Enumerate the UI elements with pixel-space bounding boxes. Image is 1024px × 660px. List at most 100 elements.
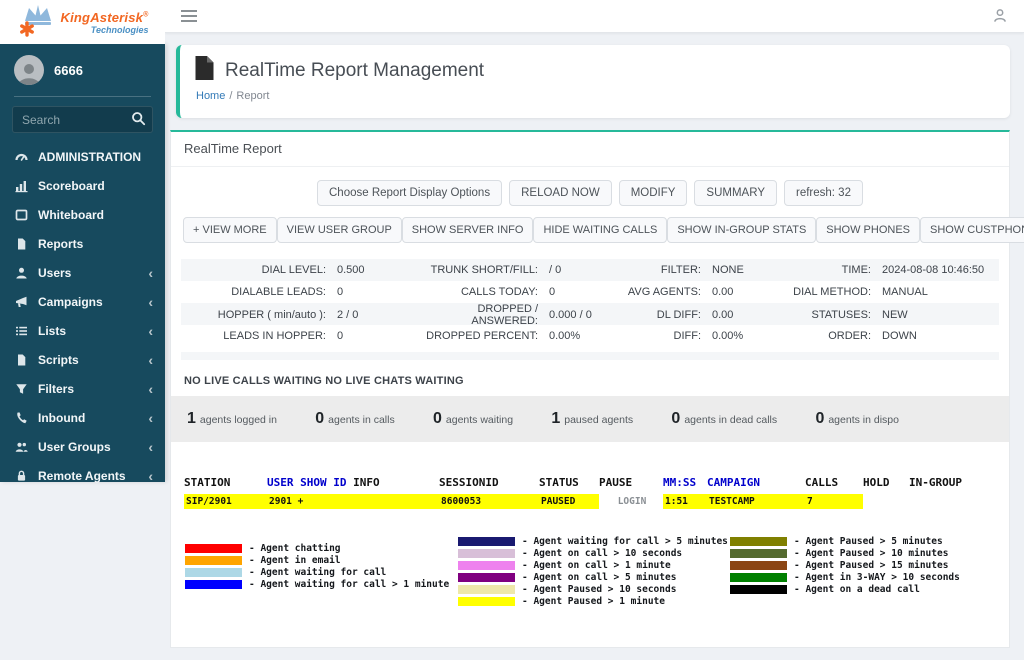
color-swatch — [458, 597, 515, 606]
breadcrumb-separator: / — [229, 90, 232, 102]
legend-label: - Agent chatting — [249, 543, 341, 554]
sidebar-item-label: Scripts — [38, 353, 148, 367]
refresh-counter-button[interactable]: refresh: 32 — [784, 180, 863, 206]
stat-value: 0.00% — [701, 330, 786, 342]
sidebar-item-scripts[interactable]: Scripts ‹ — [0, 345, 165, 374]
brand-logo[interactable]: KingAsterisk® Technologies — [0, 0, 165, 44]
legend-label: - Agent in email — [249, 555, 341, 566]
stat-label: DROPPED PERCENT: — [411, 330, 538, 342]
stat-value: 0 — [326, 330, 411, 342]
agent-pause: LOGIN — [599, 494, 663, 509]
megaphone-icon — [14, 295, 38, 309]
sidebar-user: 6666 — [0, 44, 165, 93]
stat-label: DIAL METHOD: — [786, 286, 871, 298]
summary-button[interactable]: SUMMARY — [694, 180, 777, 206]
crown-asterisk-icon — [17, 2, 59, 43]
breadcrumb: Home/Report — [196, 90, 996, 102]
chevron-left-icon: ‹ — [148, 440, 153, 454]
summary-value: 0 — [815, 410, 824, 428]
stat-label: DL DIFF: — [626, 309, 701, 321]
agent-hold — [863, 494, 909, 509]
summary-agents-in-calls: 0agents in calls — [315, 410, 394, 428]
show-in-group-stats-button[interactable]: SHOW IN-GROUP STATS — [667, 217, 816, 243]
page-title-card: RealTime Report Management Home/Report — [176, 45, 1010, 118]
legend-item: - Agent in 3-WAY > 10 seconds — [730, 572, 995, 583]
sidebar-item-scoreboard[interactable]: Scoreboard — [0, 171, 165, 200]
color-swatch — [458, 561, 515, 570]
agents-table: STATION USER SHOW ID INFO SESSIONID STAT… — [184, 473, 998, 509]
chevron-left-icon: ‹ — [148, 382, 153, 396]
legend-label: - Agent Paused > 5 minutes — [794, 536, 943, 547]
summary-agents-waiting: 0agents waiting — [433, 410, 513, 428]
sidebar-item-users[interactable]: Users ‹ — [0, 258, 165, 287]
show-server-info-button[interactable]: SHOW SERVER INFO — [402, 217, 534, 243]
column-calls: CALLS — [805, 476, 863, 489]
user-name: 6666 — [54, 63, 83, 78]
view-user-group-button[interactable]: VIEW USER GROUP — [277, 217, 402, 243]
sidebar-item-remote-agents[interactable]: Remote Agents ‹ — [0, 461, 165, 490]
color-swatch — [458, 585, 515, 594]
avatar[interactable] — [14, 55, 44, 85]
lock-icon — [14, 469, 38, 483]
sidebar-item-label: Remote Agents — [38, 469, 148, 483]
column-hold: HOLD — [863, 476, 909, 489]
user-group-icon — [14, 440, 38, 454]
summary-value: 0 — [671, 410, 680, 428]
sidebar-item-filters[interactable]: Filters ‹ — [0, 374, 165, 403]
script-icon — [14, 353, 38, 367]
choose-report-display-options-button[interactable]: Choose Report Display Options — [317, 180, 502, 206]
user-show-id-link[interactable]: USER SHOW ID — [267, 476, 346, 489]
sidebar-item-whiteboard[interactable]: Whiteboard — [0, 200, 165, 229]
account-icon[interactable] — [992, 8, 1008, 24]
sidebar-item-label: Reports — [38, 237, 153, 251]
sidebar-item-user-groups[interactable]: User Groups ‹ — [0, 432, 165, 461]
legend-column-3: - Agent Paused > 5 minutes - Agent Pause… — [730, 536, 995, 607]
summary-value: 1 — [551, 410, 560, 428]
legend-item: - Agent Paused > 10 minutes — [730, 548, 995, 559]
legend-item: - Agent waiting for call > 1 minute — [185, 579, 458, 590]
hide-waiting-calls-button[interactable]: HIDE WAITING CALLS — [533, 217, 667, 243]
sidebar-item-campaigns[interactable]: Campaigns ‹ — [0, 287, 165, 316]
column-station: STATION — [184, 476, 267, 489]
legend-item: - Agent waiting for call > 5 minutes — [458, 536, 730, 547]
modify-button[interactable]: MODIFY — [619, 180, 688, 206]
stat-label: FILTER: — [626, 264, 701, 276]
stat-value: DOWN — [871, 330, 999, 342]
stat-value: 0.00 — [701, 309, 786, 321]
sidebar-item-inbound[interactable]: Inbound ‹ — [0, 403, 165, 432]
stat-label: CALLS TODAY: — [411, 286, 538, 298]
legend-item: - Agent chatting — [185, 543, 458, 554]
sidebar-menu: ADMINISTRATION Scoreboard Whiteboard Rep… — [0, 140, 165, 490]
sidebar-divider — [14, 96, 151, 97]
reload-now-button[interactable]: RELOAD NOW — [509, 180, 612, 206]
hamburger-icon[interactable] — [181, 7, 197, 25]
column-mmss-link[interactable]: MM:SS — [663, 476, 707, 489]
status-color-legend: - Agent chatting - Agent in email - Agen… — [185, 536, 1009, 607]
sidebar-item-label: Users — [38, 266, 148, 280]
color-swatch — [730, 561, 787, 570]
agent-status: PAUSED — [539, 494, 599, 509]
chevron-left-icon: ‹ — [148, 469, 153, 483]
sidebar-item-administration[interactable]: ADMINISTRATION — [0, 142, 165, 171]
agent-campaign: TESTCAMP — [707, 494, 805, 509]
agent-mmss: 1:51 — [663, 494, 707, 509]
view-more-button[interactable]: + VIEW MORE — [183, 217, 277, 243]
sidebar-item-lists[interactable]: Lists ‹ — [0, 316, 165, 345]
legend-item: - Agent Paused > 1 minute — [458, 596, 730, 607]
sidebar-item-reports[interactable]: Reports — [0, 229, 165, 258]
column-campaign-link[interactable]: CAMPAIGN — [707, 476, 805, 489]
sidebar-item-label: ADMINISTRATION — [38, 150, 153, 164]
column-sessionid: SESSIONID — [439, 476, 539, 489]
sidebar-item-label: Filters — [38, 382, 148, 396]
document-icon — [194, 55, 215, 86]
breadcrumb-home-link[interactable]: Home — [196, 90, 225, 102]
color-swatch — [185, 544, 242, 553]
stats-row: DIALABLE LEADS:0 CALLS TODAY:0 AVG AGENT… — [181, 281, 999, 303]
show-phones-button[interactable]: SHOW PHONES — [816, 217, 920, 243]
search-icon[interactable] — [131, 111, 146, 131]
stat-value: MANUAL — [871, 286, 999, 298]
legend-label: - Agent on call > 10 seconds — [522, 548, 682, 559]
legend-item: - Agent on a dead call — [730, 584, 995, 595]
agents-table-header: STATION USER SHOW ID INFO SESSIONID STAT… — [184, 473, 998, 491]
show-custphones-button[interactable]: SHOW CUSTPHONES — [920, 217, 1024, 243]
